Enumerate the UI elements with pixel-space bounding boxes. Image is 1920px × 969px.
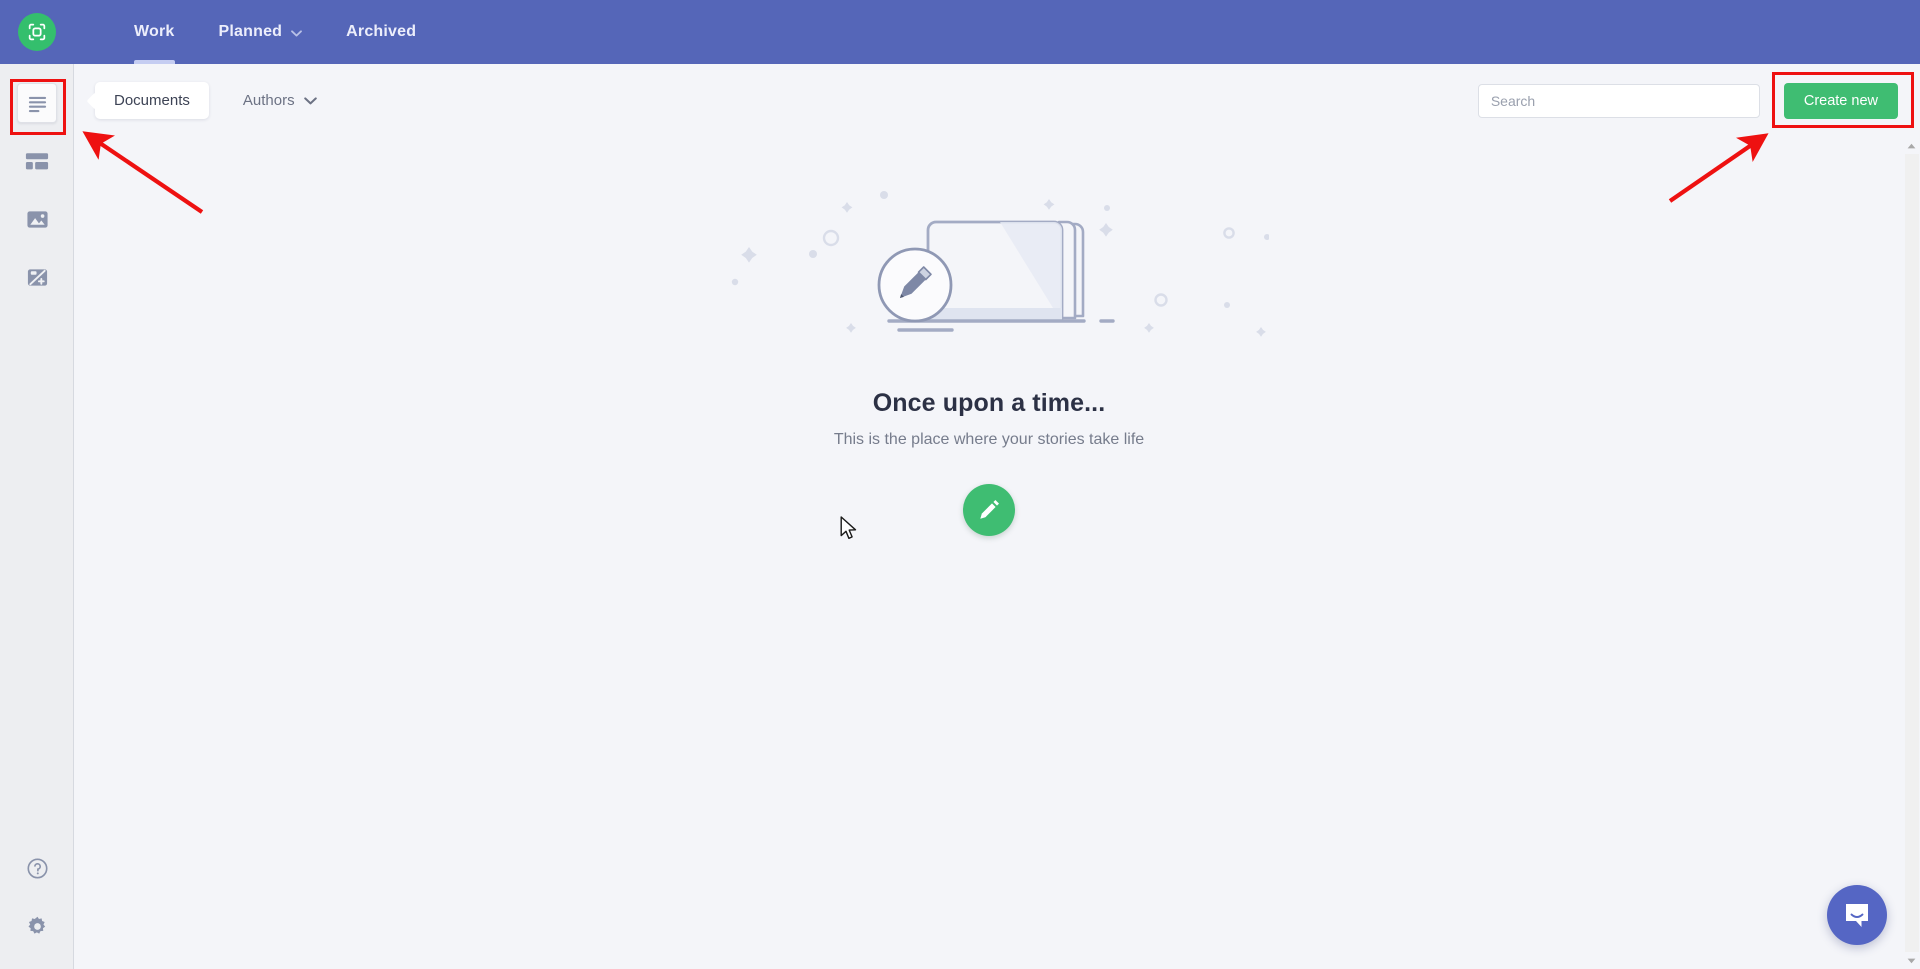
sidebar-item-settings-button xyxy=(17,906,57,946)
top-header-bar: Work Planned Archived xyxy=(0,0,1920,64)
ground-lines xyxy=(887,319,1115,332)
sidebar-item-documents[interactable] xyxy=(0,74,74,132)
empty-state-title: Once upon a time... xyxy=(872,389,1106,417)
tab-documents-label: Documents xyxy=(114,92,190,109)
content-scrollbar[interactable] xyxy=(1903,137,1920,969)
left-sidebar xyxy=(0,64,74,969)
sidebar-item-documents-button xyxy=(17,83,57,123)
sidebar-item-analytics-button xyxy=(17,257,57,297)
scrollbar-up-arrow[interactable] xyxy=(1903,137,1920,154)
image-icon xyxy=(26,210,48,228)
nav-tab-planned[interactable]: Planned xyxy=(197,0,325,64)
notebook-band xyxy=(928,308,1062,320)
chevron-down-icon xyxy=(291,24,303,42)
nav-tab-archived[interactable]: Archived xyxy=(324,0,438,64)
scrollbar-track[interactable] xyxy=(1905,154,1919,952)
chevron-down-icon xyxy=(303,92,317,109)
empty-state: Once upon a time... This is the place wh… xyxy=(74,137,1904,536)
caret-down-icon xyxy=(1907,958,1916,963)
nav-tab-work[interactable]: Work xyxy=(112,0,197,64)
chart-graph-icon xyxy=(27,268,47,286)
sidebar-item-media-button xyxy=(17,199,57,239)
create-document-fab[interactable] xyxy=(963,484,1015,536)
chat-launcher-button[interactable] xyxy=(1827,885,1887,945)
document-lines-icon xyxy=(28,96,46,112)
sidebar-item-help[interactable] xyxy=(0,839,74,897)
nav-tab-planned-label: Planned xyxy=(218,23,283,40)
empty-state-subtitle: This is the place where your stories tak… xyxy=(833,431,1145,448)
nav-tab-work-label: Work xyxy=(134,23,175,40)
sidebar-item-analytics[interactable] xyxy=(0,248,74,306)
caret-up-icon xyxy=(1907,143,1916,148)
empty-state-illustration xyxy=(709,175,1270,365)
pencil-icon xyxy=(980,500,999,519)
authors-filter-label: Authors xyxy=(242,92,295,109)
question-circle-icon xyxy=(26,857,48,879)
toolbar-right-group: Create new xyxy=(1477,82,1920,119)
nav-tab-archived-label: Archived xyxy=(346,23,417,40)
sidebar-item-layouts[interactable] xyxy=(0,132,74,190)
sidebar-bottom-group xyxy=(0,839,74,955)
authors-filter-dropdown[interactable]: Authors xyxy=(237,84,323,117)
scrollbar-down-arrow[interactable] xyxy=(1903,952,1920,969)
main-content-area: Once upon a time... This is the place wh… xyxy=(74,137,1920,969)
create-new-button[interactable]: Create new xyxy=(1783,82,1898,119)
notebook-with-pencil-illustration xyxy=(731,191,1270,337)
sidebar-item-help-button xyxy=(17,848,57,888)
layout-grid-icon xyxy=(25,152,49,169)
sidebar-item-media[interactable] xyxy=(0,190,74,248)
search-input[interactable] xyxy=(1477,83,1760,118)
brackets-square-icon xyxy=(28,23,46,41)
app-root: Work Planned Archived Documents Authors … xyxy=(0,0,1920,969)
tab-documents[interactable]: Documents xyxy=(95,82,209,119)
gear-icon xyxy=(27,916,45,934)
sidebar-item-settings[interactable] xyxy=(0,897,74,955)
app-logo[interactable] xyxy=(0,0,74,64)
logo-circle xyxy=(18,13,56,51)
content-toolbar: Documents Authors Create new xyxy=(74,64,1920,137)
main-navigation: Work Planned Archived xyxy=(74,0,438,64)
sidebar-item-layouts-button xyxy=(17,141,57,181)
chat-bubble-smile-icon xyxy=(1846,904,1868,927)
